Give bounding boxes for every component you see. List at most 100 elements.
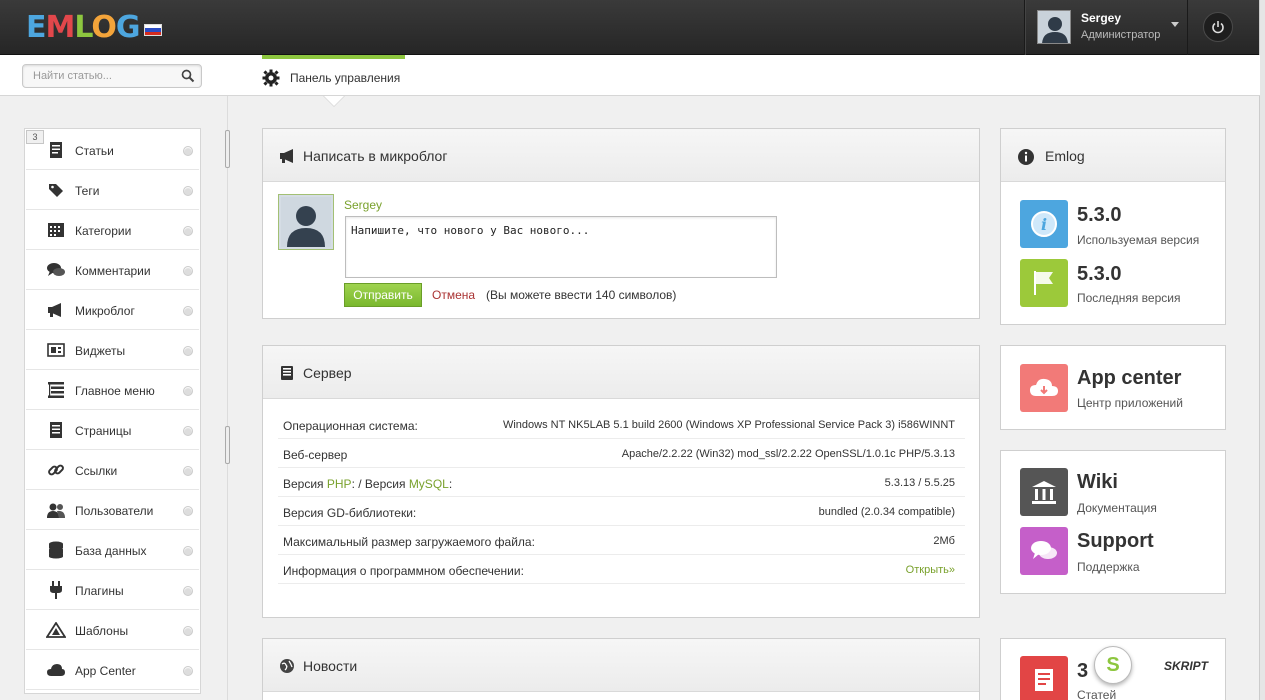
sidebar-item[interactable]: Комментарии	[26, 250, 199, 290]
scrollbar[interactable]	[1259, 0, 1265, 700]
russian-flag-icon[interactable]	[143, 24, 162, 36]
megaphone-icon	[46, 301, 66, 319]
articles-icon	[1020, 656, 1068, 700]
php-link[interactable]: PHP	[327, 477, 352, 491]
sidebar-item[interactable]: Плагины	[26, 570, 199, 610]
sidebar-item[interactable]: App Center	[26, 650, 199, 690]
megaphone-icon	[280, 149, 293, 163]
sub-bar: Панель управления	[0, 55, 1260, 96]
sidebar-item-label: Ссылки	[75, 464, 118, 478]
microblog-username[interactable]: Sergey	[344, 198, 382, 212]
row-key-text: Версия	[283, 477, 327, 491]
sidebar-item-label: Категории	[75, 224, 132, 238]
app-center-title: App center	[1077, 367, 1182, 389]
panel-title: Новости	[303, 658, 358, 674]
server-icon	[281, 366, 293, 380]
chevron-down-icon[interactable]	[1171, 22, 1179, 27]
sidebar-item-label: App Center	[75, 664, 136, 678]
sidebar-resize-handle[interactable]	[225, 130, 230, 168]
search-input[interactable]	[33, 68, 173, 84]
logo-letter: O	[91, 9, 116, 45]
sidebar-item-label: Плагины	[75, 584, 124, 598]
emlog-logo[interactable]: EMLOG	[26, 9, 162, 45]
sidebar-resize-handle[interactable]	[225, 426, 230, 464]
gear-icon	[262, 69, 280, 87]
globe-icon	[280, 659, 294, 673]
status-dot-icon	[183, 546, 193, 556]
cloud-icon	[46, 661, 66, 679]
sidebar: Статьи Теги Категории Комментарии Микроблог В…	[24, 128, 201, 694]
sidebar-item[interactable]: Шаблоны	[26, 610, 199, 650]
articles-count: 3	[1077, 660, 1089, 682]
search-box	[22, 64, 202, 88]
current-version: 5.3.0	[1077, 204, 1122, 226]
user-name: Sergey	[1081, 11, 1122, 25]
cancel-link[interactable]: Отмена	[432, 288, 475, 302]
logo-letter: E	[26, 9, 46, 45]
sidebar-item[interactable]: Статьи	[26, 130, 199, 170]
sidebar-item[interactable]: Пользователи	[26, 490, 199, 530]
articles-label: Статей	[1077, 688, 1117, 700]
sidebar-item-label: Главное меню	[75, 384, 155, 398]
row-key: Версия PHP: / Версия MySQL:	[283, 477, 452, 491]
page-icon	[46, 421, 66, 439]
mysql-link[interactable]: MySQL	[409, 477, 449, 491]
users-icon	[46, 501, 66, 519]
latest-version-label: Последняя версия	[1077, 291, 1181, 305]
status-dot-icon	[183, 226, 193, 236]
sidebar-item[interactable]: Главное меню	[26, 370, 199, 410]
tab-dashboard[interactable]: Панель управления	[262, 55, 405, 96]
chat-icon[interactable]	[1020, 527, 1068, 575]
help-card: Wiki Документация Support Поддержка	[1000, 450, 1226, 594]
status-dot-icon	[183, 426, 193, 436]
grid-icon	[46, 221, 66, 239]
panel-title: Сервер	[303, 365, 352, 381]
panel-header: Новости	[263, 639, 979, 692]
logout-button[interactable]	[1203, 12, 1233, 42]
status-dot-icon	[183, 666, 193, 676]
table-row: Веб-сервер Apache/2.2.22 (Win32) mod_ssl…	[278, 439, 965, 468]
status-dot-icon	[183, 346, 193, 356]
wiki-icon[interactable]	[1020, 468, 1068, 516]
row-key: Информация о программном обеспечении:	[283, 564, 524, 578]
link-icon	[46, 461, 66, 479]
sidebar-divider	[227, 96, 228, 700]
power-icon	[1212, 21, 1224, 34]
sidebar-item-label: Комментарии	[75, 264, 151, 278]
sidebar-item[interactable]: Микроблог	[26, 290, 199, 330]
widgets-icon	[46, 341, 66, 359]
char-limit-hint: (Вы можете ввести 140 символов)	[486, 288, 677, 302]
sidebar-item-label: Статьи	[75, 144, 114, 158]
support-title[interactable]: Support	[1077, 530, 1154, 553]
status-dot-icon	[183, 626, 193, 636]
app-center-subtitle: Центр приложений	[1077, 396, 1183, 410]
emlog-version-card: Emlog i 5.3.0 Используемая версия 5.3.0 …	[1000, 128, 1226, 325]
microblog-textarea[interactable]: Напишите, что нового у Вас нового...	[345, 216, 777, 278]
row-value: 2Мб	[933, 535, 955, 547]
user-menu[interactable]: Sergey Администратор	[1024, 0, 1188, 55]
table-row: Операционная система: Windows NT NK5LAB …	[278, 410, 965, 439]
search-icon[interactable]	[181, 69, 195, 83]
sidebar-item[interactable]: Виджеты	[26, 330, 199, 370]
table-row: Версия GD-библиотеки: bundled (2.0.34 co…	[278, 497, 965, 526]
status-dot-icon	[183, 586, 193, 596]
sidebar-item[interactable]: База данных	[26, 530, 199, 570]
sidebar-item[interactable]: Страницы	[26, 410, 199, 450]
database-icon	[46, 541, 66, 559]
status-dot-icon	[183, 146, 193, 156]
sidebar-item[interactable]: Ссылки	[26, 450, 199, 490]
send-button[interactable]: Отправить	[344, 283, 422, 307]
row-key: Веб-сервер	[283, 448, 348, 462]
open-info-link[interactable]: Открыть»	[906, 564, 955, 576]
sidebar-item[interactable]: Теги	[26, 170, 199, 210]
app-center-card[interactable]: App center Центр приложений	[1000, 345, 1226, 430]
status-dot-icon	[183, 306, 193, 316]
top-bar: EMLOG Sergey Администратор	[0, 0, 1265, 55]
sidebar-item-label: Виджеты	[75, 344, 126, 358]
logo-letter: L	[74, 9, 92, 45]
sidebar-item[interactable]: Категории	[26, 210, 199, 250]
wiki-title[interactable]: Wiki	[1077, 471, 1118, 494]
row-value: Windows NT NK5LAB 5.1 build 2600 (Window…	[502, 419, 955, 431]
panel-header: Написать в микроблог	[263, 129, 979, 182]
info-icon: i	[1020, 200, 1068, 248]
